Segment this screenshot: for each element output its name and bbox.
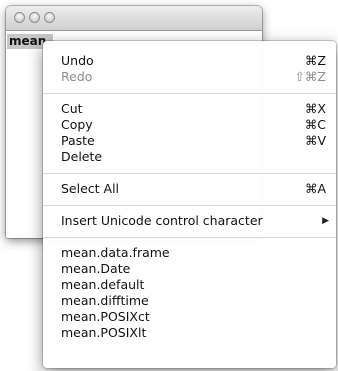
minimize-button-icon[interactable] — [29, 12, 40, 23]
completion-label: mean.POSIXct — [61, 309, 150, 324]
completion-item[interactable]: mean.default — [43, 277, 336, 293]
menu-item-copy[interactable]: Copy ⌘C — [43, 117, 336, 133]
menu-item-label: Cut — [61, 101, 83, 116]
completion-item[interactable]: mean.difftime — [43, 293, 336, 309]
menu-item-redo: Redo ⇧⌘Z — [43, 69, 336, 85]
menu-item-label: Copy — [61, 117, 93, 132]
menu-separator — [43, 237, 336, 238]
menu-separator — [43, 93, 336, 94]
completion-item[interactable]: mean.data.frame — [43, 245, 336, 261]
completion-label: mean.POSIXlt — [61, 325, 147, 340]
menu-item-label: Paste — [61, 133, 95, 148]
menu-item-select-all[interactable]: Select All ⌘A — [43, 181, 336, 197]
menu-separator — [43, 173, 336, 174]
context-menu: Undo ⌘Z Redo ⇧⌘Z Cut ⌘X Copy ⌘C Paste ⌘V… — [43, 41, 336, 368]
menu-item-insert-unicode[interactable]: Insert Unicode control character ▶ — [43, 213, 336, 229]
menu-item-label: Delete — [61, 149, 103, 164]
menu-item-cut[interactable]: Cut ⌘X — [43, 101, 336, 117]
screen: mean. Undo ⌘Z Redo ⇧⌘Z Cut ⌘X Copy ⌘C Pa… — [0, 0, 338, 371]
menu-item-label: Select All — [61, 181, 120, 196]
menu-item-label: Insert Unicode control character — [61, 213, 263, 228]
submenu-arrow-icon: ▶ — [322, 216, 329, 226]
menu-item-paste[interactable]: Paste ⌘V — [43, 133, 336, 149]
menu-item-shortcut: ⌘C — [304, 117, 326, 132]
completion-item[interactable]: mean.POSIXct — [43, 309, 336, 325]
menu-separator — [43, 205, 336, 206]
completion-label: mean.Date — [61, 261, 131, 276]
menu-item-shortcut: ⌘V — [304, 133, 326, 148]
completion-item[interactable]: mean.Date — [43, 261, 336, 277]
menu-item-shortcut: ⌘X — [304, 101, 326, 116]
menu-item-label: Redo — [61, 69, 93, 84]
menu-item-shortcut: ⌘Z — [304, 53, 326, 68]
completion-item[interactable]: mean.POSIXlt — [43, 325, 336, 341]
menu-item-undo[interactable]: Undo ⌘Z — [43, 53, 336, 69]
menu-item-shortcut: ⌘A — [304, 181, 326, 196]
completion-label: mean.difftime — [61, 293, 149, 308]
menu-item-delete[interactable]: Delete — [43, 149, 336, 165]
close-button-icon[interactable] — [14, 12, 25, 23]
completion-label: mean.default — [61, 277, 145, 292]
menu-item-label: Undo — [61, 53, 94, 68]
menu-item-shortcut: ⇧⌘Z — [294, 69, 326, 84]
window-titlebar[interactable] — [6, 6, 262, 31]
zoom-button-icon[interactable] — [44, 12, 55, 23]
completion-label: mean.data.frame — [61, 245, 170, 260]
